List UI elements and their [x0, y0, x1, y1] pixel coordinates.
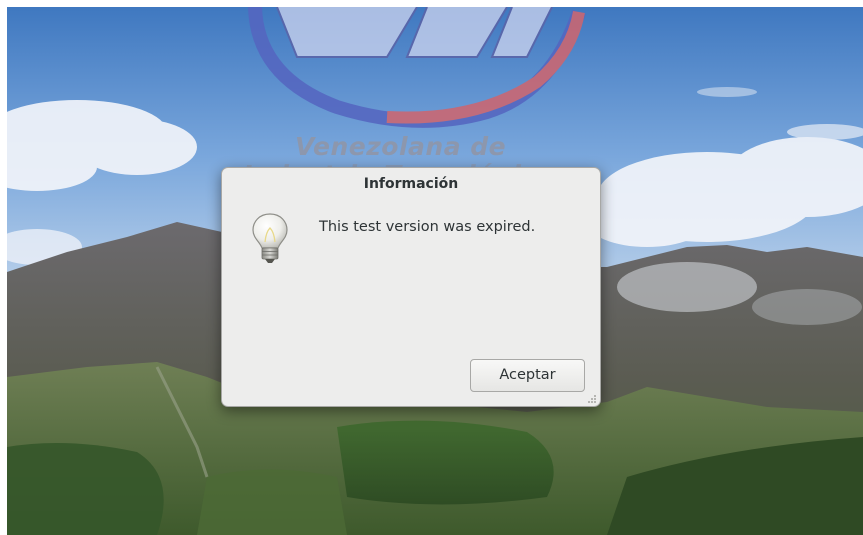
- logo-text-line-1: Venezolana de: [295, 132, 507, 161]
- dialog-message: This test version was expired.: [319, 219, 536, 235]
- aceptar-button[interactable]: Aceptar: [470, 359, 585, 392]
- dialog-title: Información: [363, 176, 459, 192]
- lightbulb-icon: [250, 212, 290, 268]
- resize-grip-icon[interactable]: [585, 391, 597, 403]
- information-dialog: Información This test version was expire…: [221, 167, 601, 407]
